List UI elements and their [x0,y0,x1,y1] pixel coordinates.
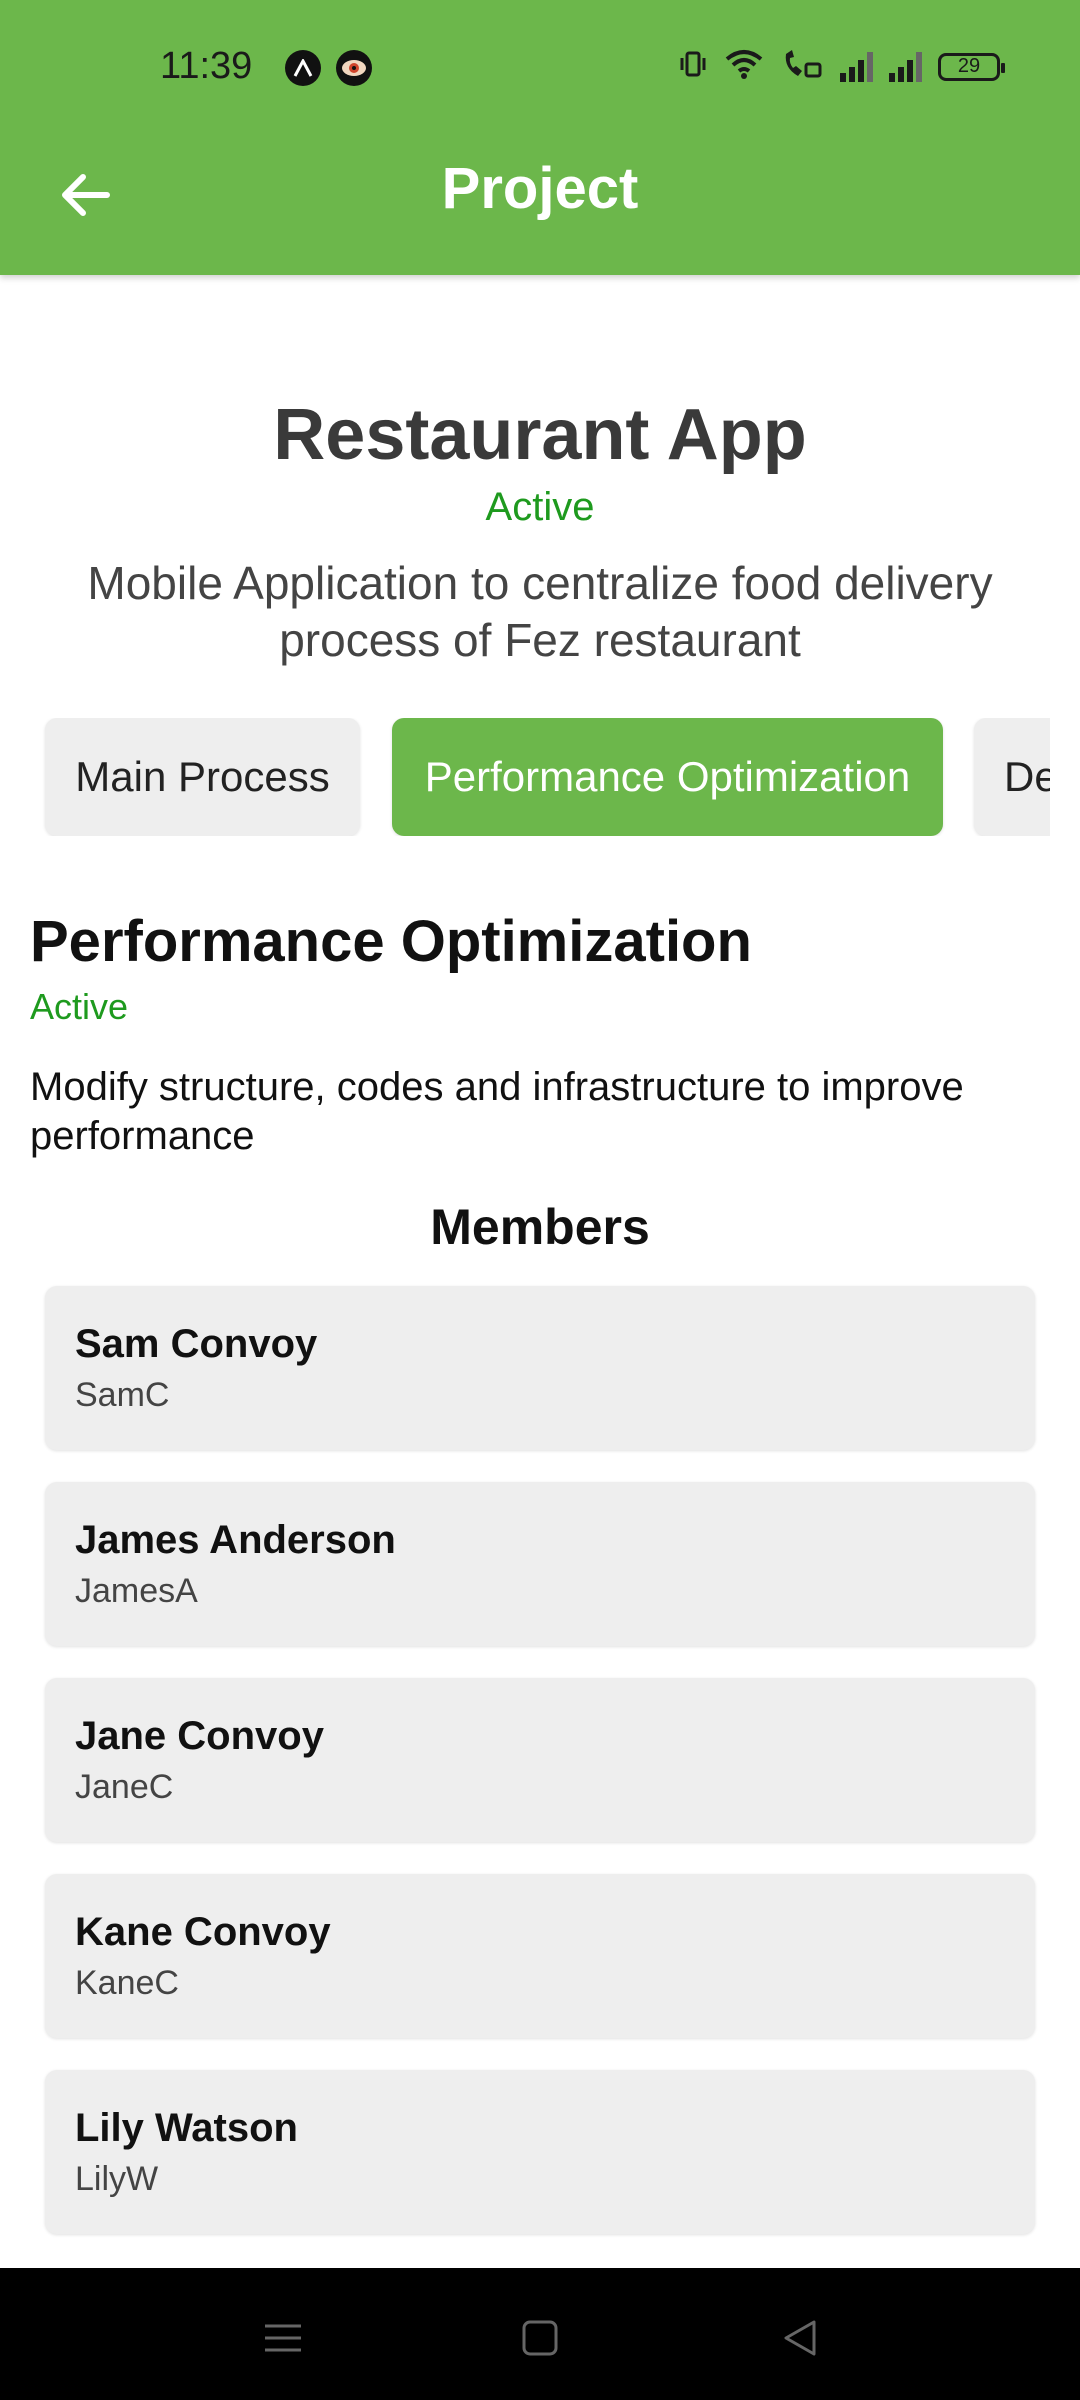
member-name: Sam Convoy [75,1322,318,1366]
home-button[interactable] [510,2308,570,2368]
eye-icon [336,50,372,86]
section-title: Performance Optimization [30,909,752,974]
back-triangle-icon [784,2320,816,2356]
member-card[interactable]: Sam Convoy SamC [45,1286,1035,1450]
tab-performance-optimization[interactable]: Performance Optimization [392,718,943,836]
back-nav-button[interactable] [770,2308,830,2368]
system-nav-bar [0,2268,1080,2400]
member-card[interactable]: Lily Watson LilyW [45,2070,1035,2234]
status-time: 11:39 [160,45,253,87]
tab-partial[interactable]: De [974,718,1050,836]
member-username: JamesA [75,1572,198,1610]
app-bar: 11:39 29 Project [0,0,1080,275]
menu-button[interactable] [253,2308,313,2368]
member-card[interactable]: James Anderson JamesA [45,1482,1035,1646]
section-status: Active [30,986,129,1027]
process-tabs: Main Process Performance Optimization De [0,718,1050,836]
member-name: Kane Convoy [75,1910,331,1954]
battery-indicator: 29 [938,52,1005,81]
member-list: Sam Convoy SamC James Anderson JamesA Ja… [45,1286,1035,2266]
tab-main-process[interactable]: Main Process [45,718,360,836]
status-icons: 29 [678,48,1005,85]
menu-icon [265,2324,301,2352]
members-heading: Members [430,1199,650,1255]
signal-icon [889,51,922,82]
arrow-a-icon [285,50,321,86]
member-username: KaneC [75,1964,179,2002]
member-name: Lily Watson [75,2106,298,2150]
member-card[interactable]: Jane Convoy JaneC [45,1678,1035,1842]
member-username: LilyW [75,2160,159,2198]
member-name: Jane Convoy [75,1714,324,1758]
wifi-call-icon [780,48,824,85]
home-square-icon [522,2320,558,2356]
member-name: James Anderson [75,1518,396,1562]
section-description: Modify structure, codes and infrastructu… [30,1065,964,1158]
project-description: Mobile Application to centralize food de… [87,557,993,666]
project-title: Restaurant App [273,395,807,475]
member-card[interactable]: Kane Convoy KaneC [45,1874,1035,2038]
app-bar-title: Project [441,156,639,221]
member-username: JaneC [75,1768,174,1806]
wifi-icon [724,49,764,84]
signal-icon [840,51,873,82]
vibrate-icon [678,49,708,84]
member-username: SamC [75,1376,170,1414]
project-status: Active [485,485,595,529]
